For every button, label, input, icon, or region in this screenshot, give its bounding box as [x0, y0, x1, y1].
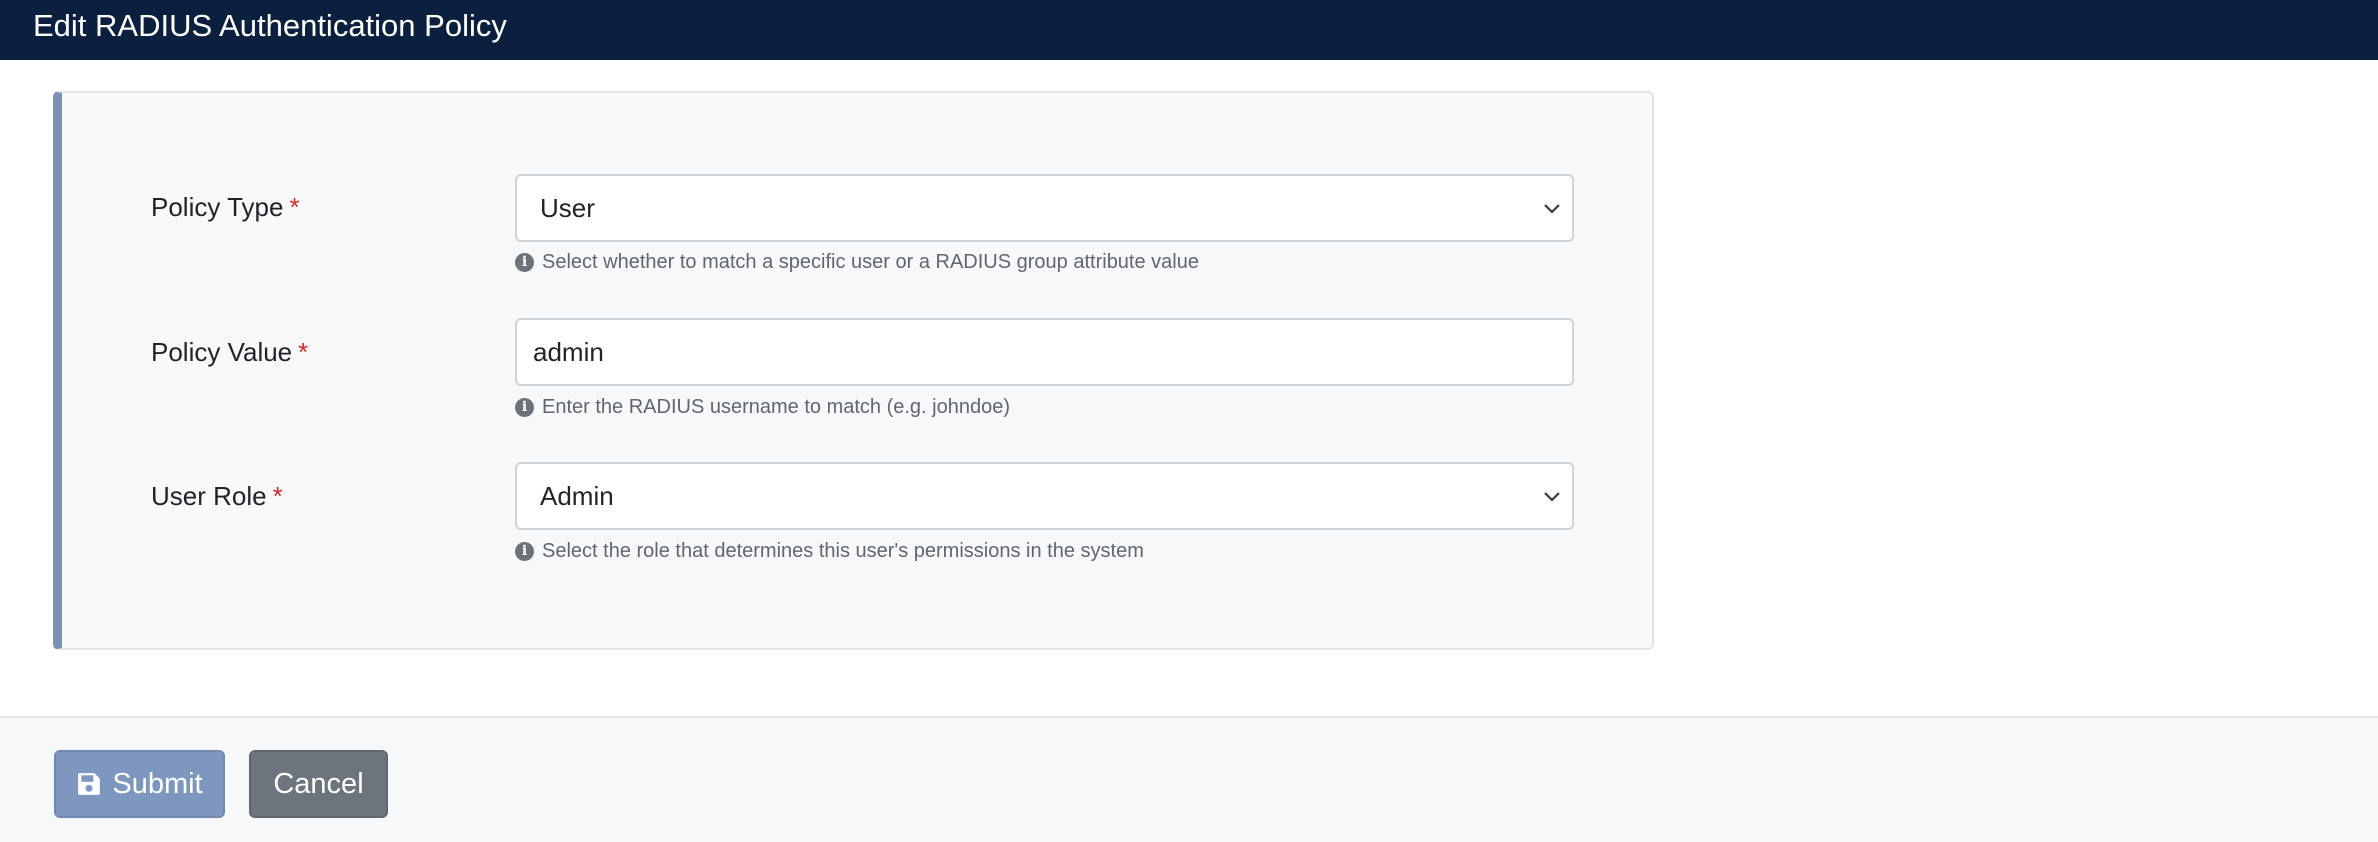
cancel-button[interactable]: Cancel	[249, 750, 388, 818]
info-circle-icon: i	[515, 542, 534, 561]
submit-button-label: Submit	[112, 767, 203, 800]
policy-type-selected-value: User	[540, 193, 595, 223]
user-role-selected-value: Admin	[540, 481, 614, 511]
user-role-help: i Select the role that determines this u…	[515, 540, 1144, 563]
policy-type-label: Policy Type *	[151, 192, 300, 223]
user-role-label: User Role *	[151, 481, 283, 512]
floppy-disk-icon	[78, 773, 101, 795]
policy-value-help: i Enter the RADIUS username to match (e.…	[515, 396, 1010, 419]
policy-type-help: i Select whether to match a specific use…	[515, 251, 1199, 274]
policy-value-input[interactable]: admin	[515, 318, 1574, 386]
info-circle-icon: i	[515, 253, 534, 272]
policy-value-label-text: Policy Value	[151, 337, 293, 367]
policy-value-input-value: admin	[533, 337, 604, 367]
policy-type-label-text: Policy Type	[151, 192, 284, 222]
policy-value-label: Policy Value *	[151, 337, 308, 368]
page-header: Edit RADIUS Authentication Policy	[0, 0, 2378, 60]
policy-form-card: Policy Type * User i Select whether to ma…	[53, 91, 1654, 650]
user-role-select[interactable]: Admin	[515, 462, 1574, 530]
policy-value-help-text: Enter the RADIUS username to match (e.g.…	[542, 396, 1011, 418]
chevron-down-icon	[1544, 204, 1560, 214]
cancel-button-label: Cancel	[273, 767, 364, 800]
form-footer: Submit Cancel	[0, 716, 2378, 842]
user-role-label-text: User Role	[151, 481, 267, 511]
required-marker: *	[272, 481, 283, 511]
user-role-help-text: Select the role that determines this use…	[542, 540, 1144, 562]
page-title: Edit RADIUS Authentication Policy	[33, 8, 507, 43]
chevron-down-icon	[1544, 492, 1560, 502]
policy-type-help-text: Select whether to match a specific user …	[542, 251, 1199, 273]
policy-type-select[interactable]: User	[515, 174, 1574, 242]
submit-button[interactable]: Submit	[54, 750, 225, 818]
info-circle-icon: i	[515, 398, 534, 417]
required-marker: *	[298, 337, 309, 367]
required-marker: *	[289, 192, 300, 222]
